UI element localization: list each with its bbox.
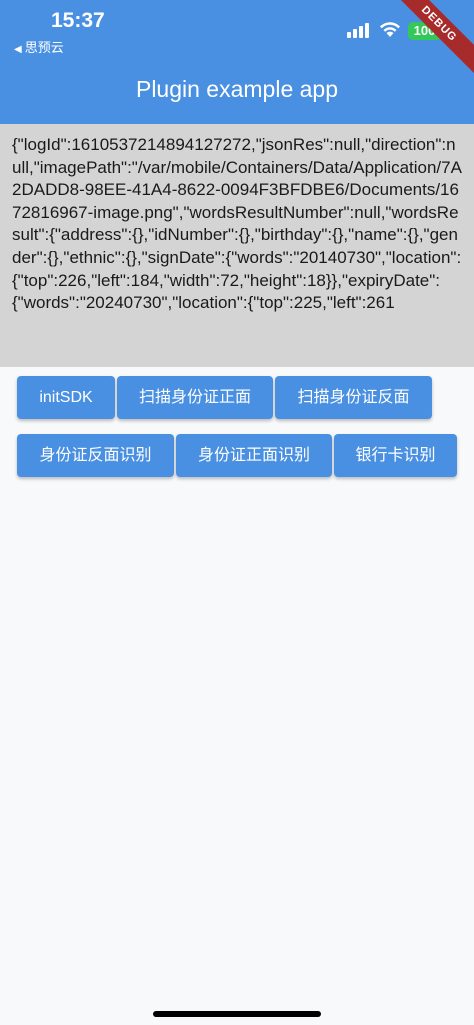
recognize-id-front-button[interactable]: 身份证正面识别 — [176, 434, 332, 477]
wifi-icon — [380, 22, 400, 37]
back-to-app-link[interactable]: ◀ 思预云 — [14, 37, 64, 56]
cellular-signal-icon — [347, 23, 369, 38]
bank-card-recognition-button[interactable]: 银行卡识别 — [334, 434, 457, 477]
scan-id-back-button[interactable]: 扫描身份证反面 — [275, 376, 432, 419]
page-title: Plugin example app — [135, 76, 339, 102]
home-indicator[interactable] — [153, 1011, 321, 1017]
back-app-label: 思预云 — [24, 40, 64, 55]
back-triangle-icon: ◀ — [14, 44, 22, 55]
init-sdk-button[interactable]: initSDK — [17, 376, 115, 419]
status-time: 15:37 — [51, 9, 105, 32]
result-json-text: {"logId":1610537214894127272,"jsonRes":n… — [12, 135, 462, 313]
recognize-id-back-button[interactable]: 身份证反面识别 — [17, 434, 174, 477]
scan-id-front-button[interactable]: 扫描身份证正面 — [117, 376, 273, 419]
result-text-area[interactable]: {"logId":1610537214894127272,"jsonRes":n… — [0, 124, 474, 367]
app-bar: 15:37 ◀ 思预云 100 Plugin example app DEBUG — [0, 0, 474, 124]
